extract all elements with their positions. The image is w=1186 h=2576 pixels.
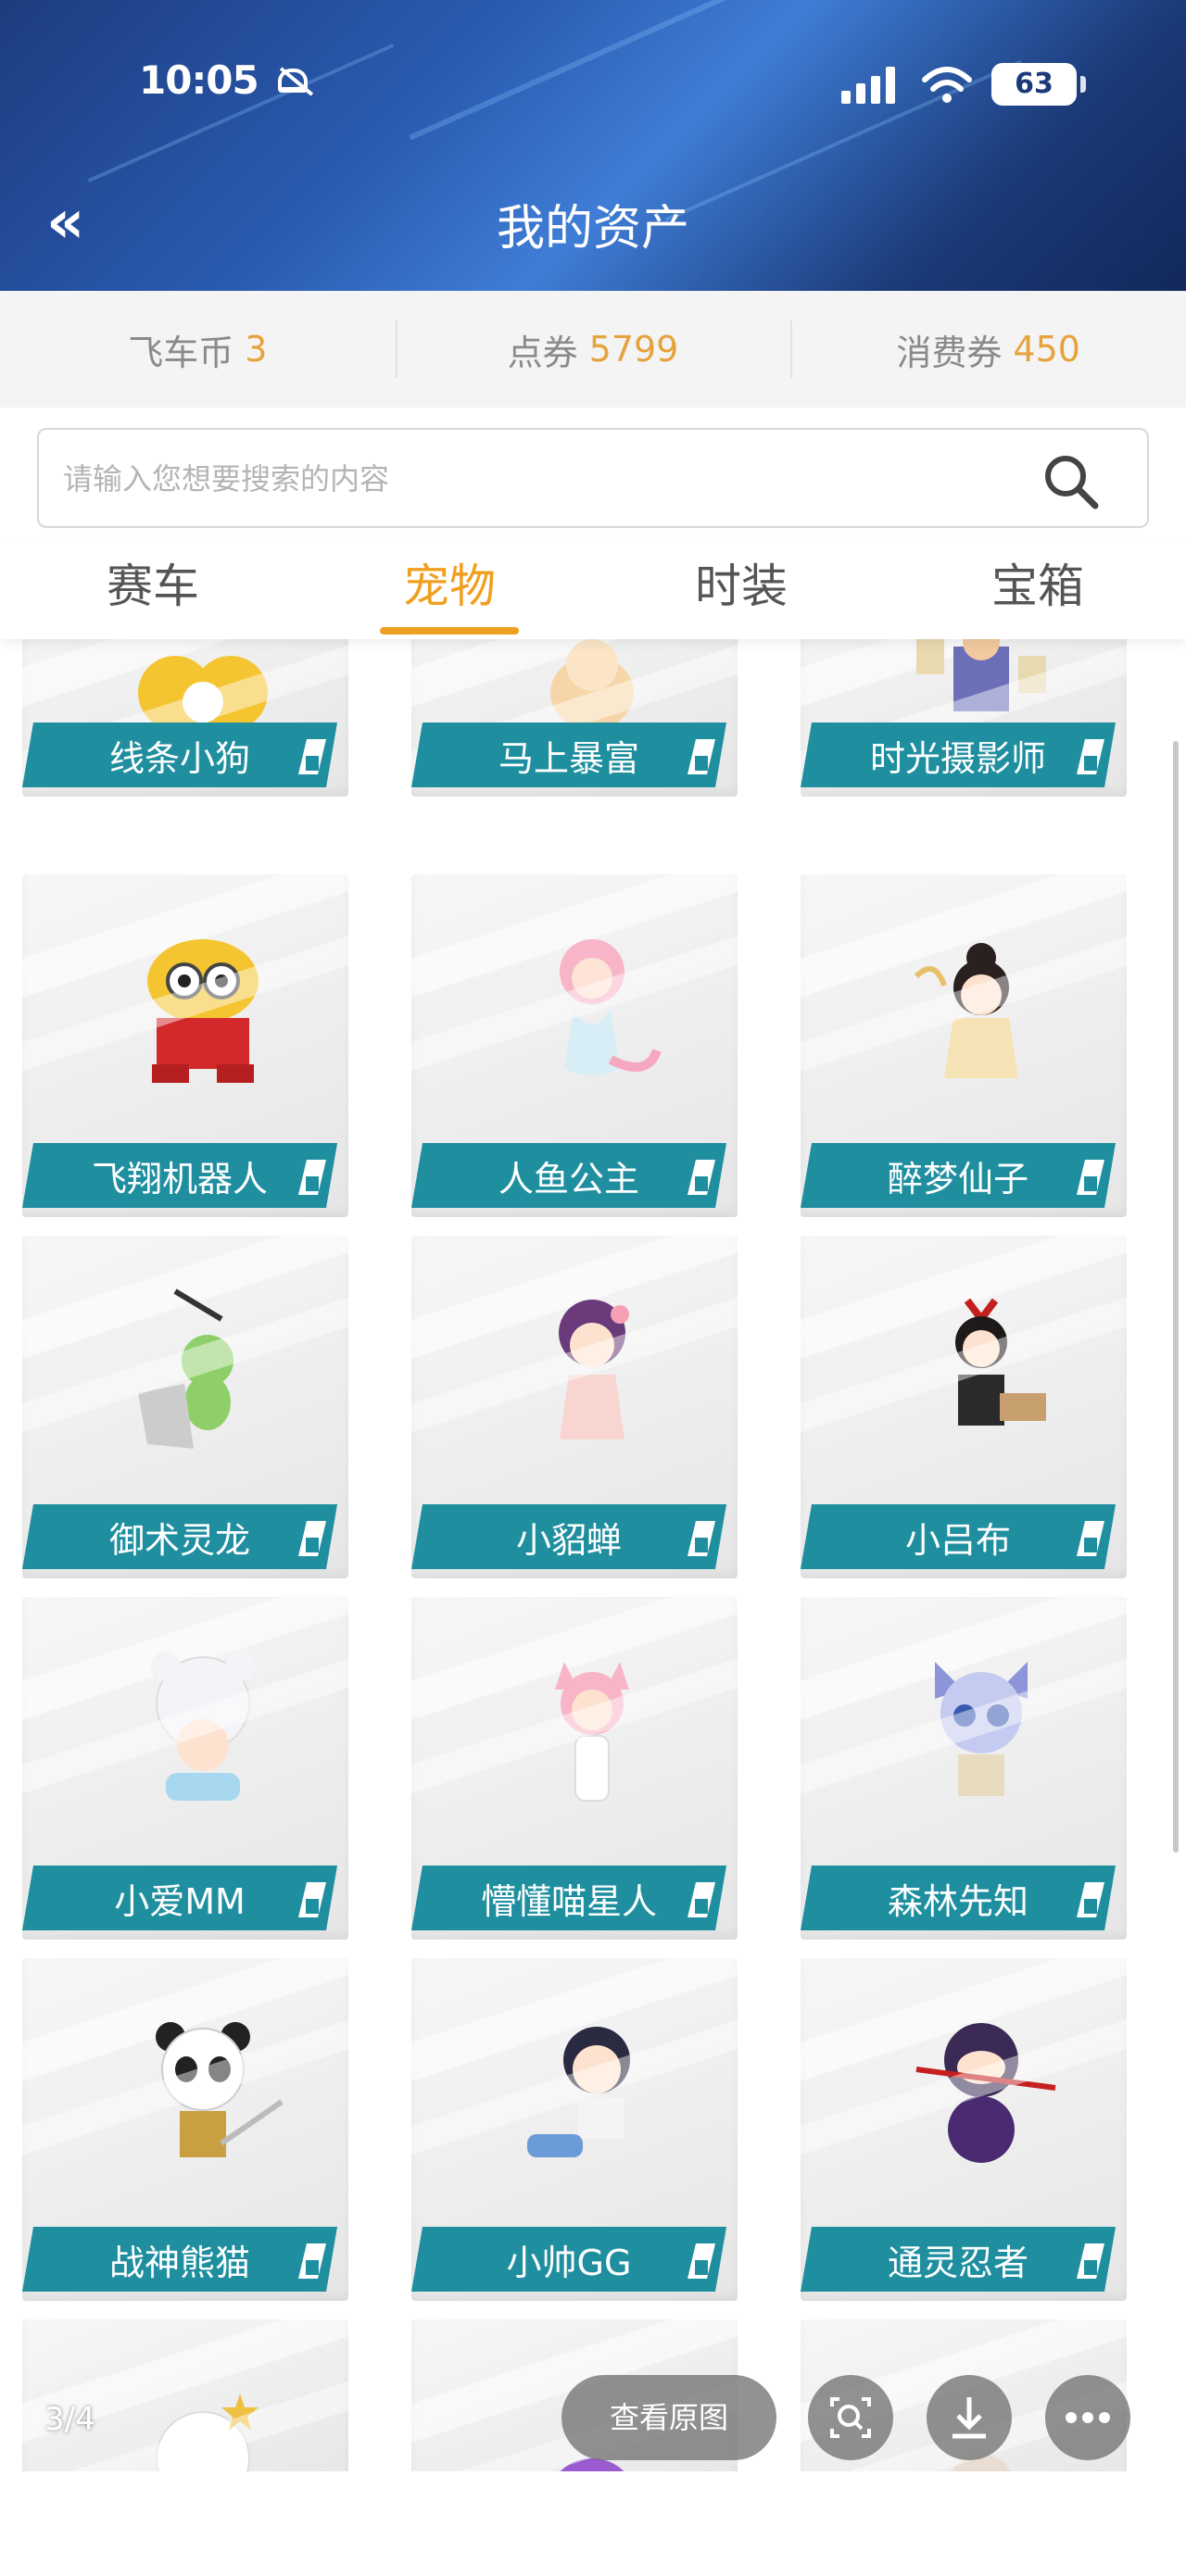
pet-name-label: 马上暴富 (411, 723, 726, 787)
pet-fairy-art (914, 943, 1018, 1078)
battery-icon: 63 (991, 63, 1086, 106)
currency-amount: 3 (245, 329, 268, 370)
pet-card[interactable]: 通灵忍者 (782, 1958, 1143, 2301)
scrollbar[interactable] (1173, 741, 1179, 1853)
bottom-bar (0, 2471, 1186, 2576)
download-button[interactable] (927, 2375, 1012, 2460)
currency-label: 飞车币 (128, 332, 234, 373)
currency-bar: 飞车币 3 点券 5799 消费券 450 (0, 291, 1186, 408)
search-box (37, 428, 1149, 528)
pet-card[interactable] (4, 2319, 365, 2473)
search-icon[interactable] (1041, 452, 1101, 511)
page-title: 我的资产 (496, 201, 689, 257)
pet-card[interactable]: 小吕布 (782, 1236, 1143, 1578)
pet-name-label: 懵懂喵星人 (411, 1866, 726, 1930)
pet-boy-art (527, 2027, 630, 2157)
pet-grid: 线条小狗 马上暴富 时光摄影师 飞翔机器人 人鱼公主 醉梦仙子 御术灵龙 小貂蝉… (0, 639, 1186, 2473)
pet-ninja-art (915, 2023, 1056, 2163)
pet-robot-art (147, 939, 259, 1083)
pet-lvbu-art (955, 1298, 1046, 1426)
download-icon (953, 2397, 986, 2439)
pet-mermaid-art (560, 939, 662, 1076)
pet-card[interactable]: 懵懂喵星人 (393, 1597, 754, 1940)
status-time: 10:05 (139, 57, 259, 103)
currency-dianquan: 点券 5799 (395, 291, 791, 408)
pet-card[interactable]: 线条小狗 (4, 639, 365, 797)
pet-card[interactable]: 人鱼公主 (393, 874, 754, 1217)
pet-card[interactable]: 飞翔机器人 (4, 874, 365, 1217)
search-input[interactable] (61, 450, 1028, 508)
pet-name-label: 醉梦仙子 (801, 1143, 1116, 1208)
currency-feichebi: 飞车币 3 (0, 291, 396, 408)
category-tabs: 赛车 宠物 时装 宝箱 (0, 542, 1186, 639)
currency-amount: 450 (1013, 329, 1080, 370)
tab-fashion[interactable]: 时装 (593, 549, 890, 616)
cellular-signal-icon (841, 67, 895, 104)
currency-amount: 5799 (588, 329, 679, 370)
pet-name-label: 森林先知 (801, 1866, 1116, 1930)
pet-name-label: 小吕布 (801, 1504, 1116, 1569)
app-header: 10:05 63 « 我的资产 (0, 0, 1186, 291)
header-light-streak (409, 0, 852, 141)
pet-sheep-art (156, 2394, 259, 2473)
pet-bear-baby-art (151, 1652, 255, 1801)
currency-label: 消费券 (896, 332, 1003, 373)
more-dots-icon (1066, 2412, 1110, 2423)
mute-bell-icon (278, 69, 308, 93)
active-tab-indicator (380, 627, 519, 635)
pet-panda-art (156, 2022, 284, 2157)
pet-diaochan-art (559, 1300, 629, 1439)
currency-label: 点券 (507, 332, 578, 373)
currency-xiaofeiquan: 消费券 450 (790, 291, 1186, 408)
pet-card[interactable]: 时光摄影师 (782, 639, 1143, 797)
pet-card[interactable]: 小貂蝉 (393, 1236, 754, 1578)
pet-name-label: 小帅GG (411, 2227, 726, 2292)
pet-name-label: 战神熊猫 (22, 2227, 337, 2292)
pet-card[interactable]: 小爱MM (4, 1597, 365, 1940)
page-counter: 3/4 (44, 2401, 95, 2438)
view-original-button[interactable]: 查看原图 (561, 2375, 776, 2460)
pet-name-label: 小貂蝉 (411, 1504, 726, 1569)
scan-search-icon (830, 2397, 871, 2438)
pet-dragon-art (138, 1288, 233, 1449)
tab-pets[interactable]: 宠物 (301, 549, 598, 616)
tab-treasure-box[interactable]: 宝箱 (890, 549, 1186, 616)
tab-cars[interactable]: 赛车 (5, 549, 301, 616)
pet-name-label: 时光摄影师 (801, 723, 1116, 787)
pet-card[interactable]: 御术灵龙 (4, 1236, 365, 1578)
wifi-icon (922, 67, 972, 103)
more-button[interactable] (1045, 2375, 1130, 2460)
pet-tile (22, 2319, 348, 2473)
pet-name-label: 通灵忍者 (801, 2227, 1116, 2292)
pet-name-label: 御术灵龙 (22, 1504, 337, 1569)
pet-forest-prophet-art (935, 1662, 1028, 1796)
pet-card[interactable]: 战神熊猫 (4, 1958, 365, 2301)
pet-name-label: 飞翔机器人 (22, 1143, 337, 1208)
pet-name-label: 人鱼公主 (411, 1143, 726, 1208)
pet-card[interactable]: 醉梦仙子 (782, 874, 1143, 1217)
pet-card[interactable]: 森林先知 (782, 1597, 1143, 1940)
pet-card[interactable]: 小帅GG (393, 1958, 754, 2301)
pet-card[interactable]: 马上暴富 (393, 639, 754, 797)
pet-catgirl-art (555, 1662, 629, 1802)
scan-button[interactable] (808, 2375, 893, 2460)
pet-name-label: 线条小狗 (22, 723, 337, 787)
pet-name-label: 小爱MM (22, 1866, 337, 1930)
